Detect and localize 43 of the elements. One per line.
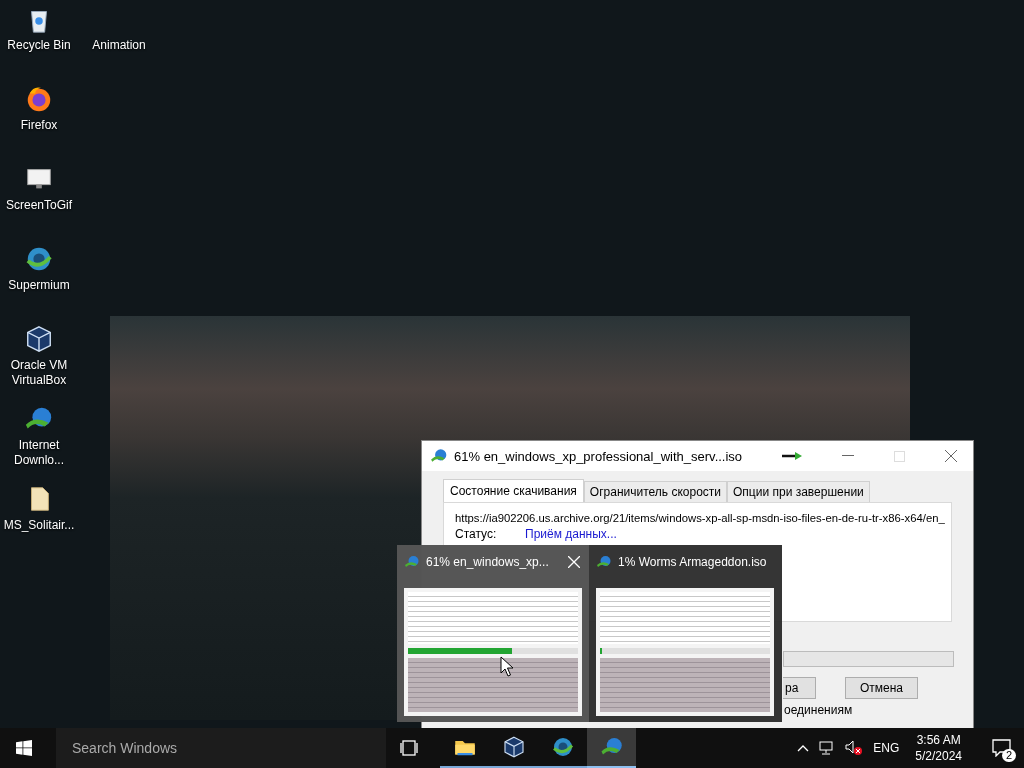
network-icon[interactable]	[819, 741, 836, 755]
preview-card[interactable]: 61% en_windows_xp...	[397, 545, 589, 722]
globe-arrow-icon	[596, 554, 612, 570]
notification-count: 2	[1001, 749, 1016, 762]
url-text: https://ia902206.us.archive.org/21/items/windows-xp-all-sp-msdn-iso-files-en-de-ru-tr-x86-x64/en_	[455, 511, 945, 526]
taskbar-app-button[interactable]	[587, 728, 636, 768]
globe-icon	[550, 735, 575, 759]
cube-icon	[501, 735, 526, 759]
clock-time[interactable]: 3:56 AM	[916, 732, 961, 748]
desktop-icon-label[interactable]: MS_Solitair...	[3, 518, 75, 533]
language-indicator[interactable]: ENG	[873, 741, 900, 755]
cube-icon	[24, 324, 54, 354]
task-view-icon[interactable]	[400, 740, 418, 756]
desktop-icon-label[interactable]: Firefox	[20, 118, 58, 133]
tab[interactable]: Ограничитель скорости	[583, 481, 728, 502]
desktop-icon-label[interactable]: Oracle VM VirtualBox	[1, 358, 77, 388]
globe-arrow-icon	[404, 554, 420, 570]
window-title: 61% en_windows_xp_professional_with_serv...iso	[454, 448, 743, 464]
preview-card[interactable]: 1% Worms Armageddon.iso	[589, 545, 781, 722]
pointer-cursor-icon	[500, 656, 514, 677]
search-field[interactable]: Search Windows	[56, 728, 386, 768]
desktop-icon-label[interactable]: Internet Downlo...	[1, 438, 77, 468]
tab[interactable]: Состояние скачивания	[443, 479, 584, 502]
status-value: Приём данных...	[525, 527, 617, 541]
desktop-icon-label[interactable]: Animation	[92, 38, 146, 53]
arrow-icon	[782, 452, 803, 460]
cancel-button[interactable]: Отмена	[845, 677, 918, 699]
preview-title: 1% Worms Armageddon.iso	[618, 555, 767, 569]
desktop-icon-label[interactable]: Supermium	[8, 278, 70, 293]
notification-icon[interactable]	[992, 739, 1012, 757]
windows-logo-icon[interactable]	[16, 740, 32, 756]
pause-button[interactable]: ра	[783, 677, 816, 699]
close-icon[interactable]	[945, 450, 958, 462]
connections-text: оединениям	[784, 703, 853, 717]
chevron-up-icon[interactable]	[797, 744, 810, 752]
tab[interactable]: Опции при завершении	[727, 481, 870, 502]
speaker-muted-icon[interactable]	[845, 740, 864, 756]
minimize-icon[interactable]	[842, 455, 855, 457]
clock-date[interactable]: 5/2/2024	[915, 748, 962, 764]
desktop-icon-label[interactable]: Recycle Bin	[7, 38, 71, 53]
preview-title: 61% en_windows_xp...	[426, 555, 549, 569]
desktop-icon-label[interactable]: ScreenToGif	[6, 198, 72, 213]
status-label: Статус:	[455, 527, 498, 541]
